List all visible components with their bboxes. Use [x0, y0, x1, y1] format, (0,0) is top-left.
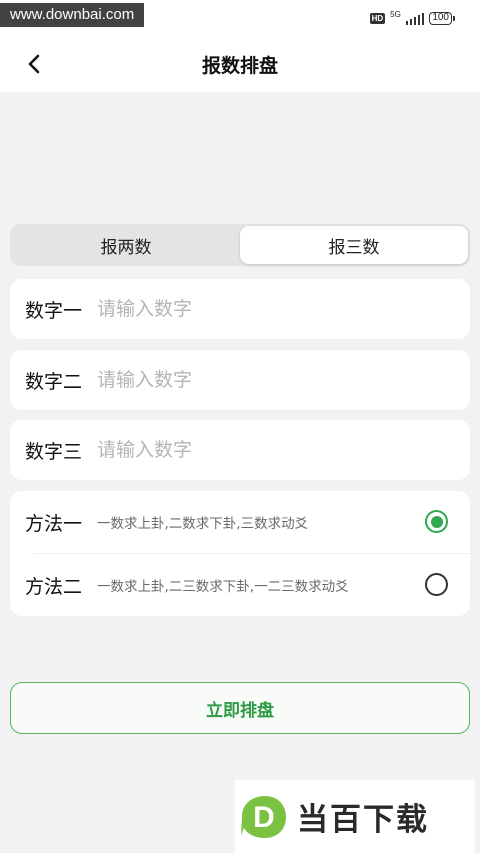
- battery-icon: 100: [429, 12, 455, 25]
- logo-letter: D: [253, 801, 275, 834]
- watermark-url: www.downbai.com: [0, 3, 145, 27]
- number-one-card: 数字一: [10, 279, 470, 339]
- battery-level: 100: [432, 12, 449, 23]
- method-options-card: 方法一 一数求上卦,二数求下卦,三数求动爻 方法二 一数求上卦,二三数求下卦,一…: [10, 491, 470, 616]
- number-two-label: 数字二: [25, 370, 83, 393]
- hd-badge: HD: [369, 13, 386, 24]
- method-one-radio[interactable]: [425, 510, 448, 533]
- downbai-logo-icon: D: [241, 795, 286, 838]
- number-three-card: 数字三: [10, 420, 470, 480]
- page-title: 报数排盘: [201, 55, 278, 77]
- method-one-description: 一数求上卦,二数求下卦,三数求动爻: [97, 516, 309, 532]
- number-two-input[interactable]: [97, 369, 437, 391]
- method-one-option[interactable]: 方法一 一数求上卦,二数求下卦,三数求动爻: [10, 491, 470, 553]
- status-icons: HD 5G 100: [369, 10, 455, 27]
- number-one-label: 数字一: [25, 299, 83, 322]
- number-two-card: 数字二: [10, 350, 470, 410]
- number-one-input[interactable]: [97, 298, 437, 320]
- method-one-label: 方法一: [25, 512, 83, 535]
- signal-icon: [405, 12, 425, 25]
- start-divination-button[interactable]: 立即排盘: [10, 682, 470, 734]
- logo-text: 当百下载: [297, 802, 429, 838]
- method-two-radio[interactable]: [425, 573, 448, 596]
- status-bar: www.downbai.com HD 5G 100: [0, 0, 480, 34]
- number-count-segmented-control: 报两数 报三数: [10, 224, 470, 266]
- method-two-description: 一数求上卦,二三数求下卦,一二三数求动爻: [97, 579, 349, 595]
- network-type-label: 5G: [390, 10, 401, 19]
- method-two-label: 方法二: [25, 575, 83, 598]
- number-three-input[interactable]: [97, 439, 437, 461]
- nav-bar: 报数排盘: [0, 34, 480, 92]
- number-three-label: 数字三: [25, 440, 83, 463]
- site-logo-watermark: D 当百下载: [235, 780, 475, 853]
- tab-three-numbers[interactable]: 报三数: [240, 226, 468, 264]
- tab-two-numbers[interactable]: 报两数: [12, 226, 240, 264]
- method-two-option[interactable]: 方法二 一数求上卦,二三数求下卦,一二三数求动爻: [10, 554, 470, 616]
